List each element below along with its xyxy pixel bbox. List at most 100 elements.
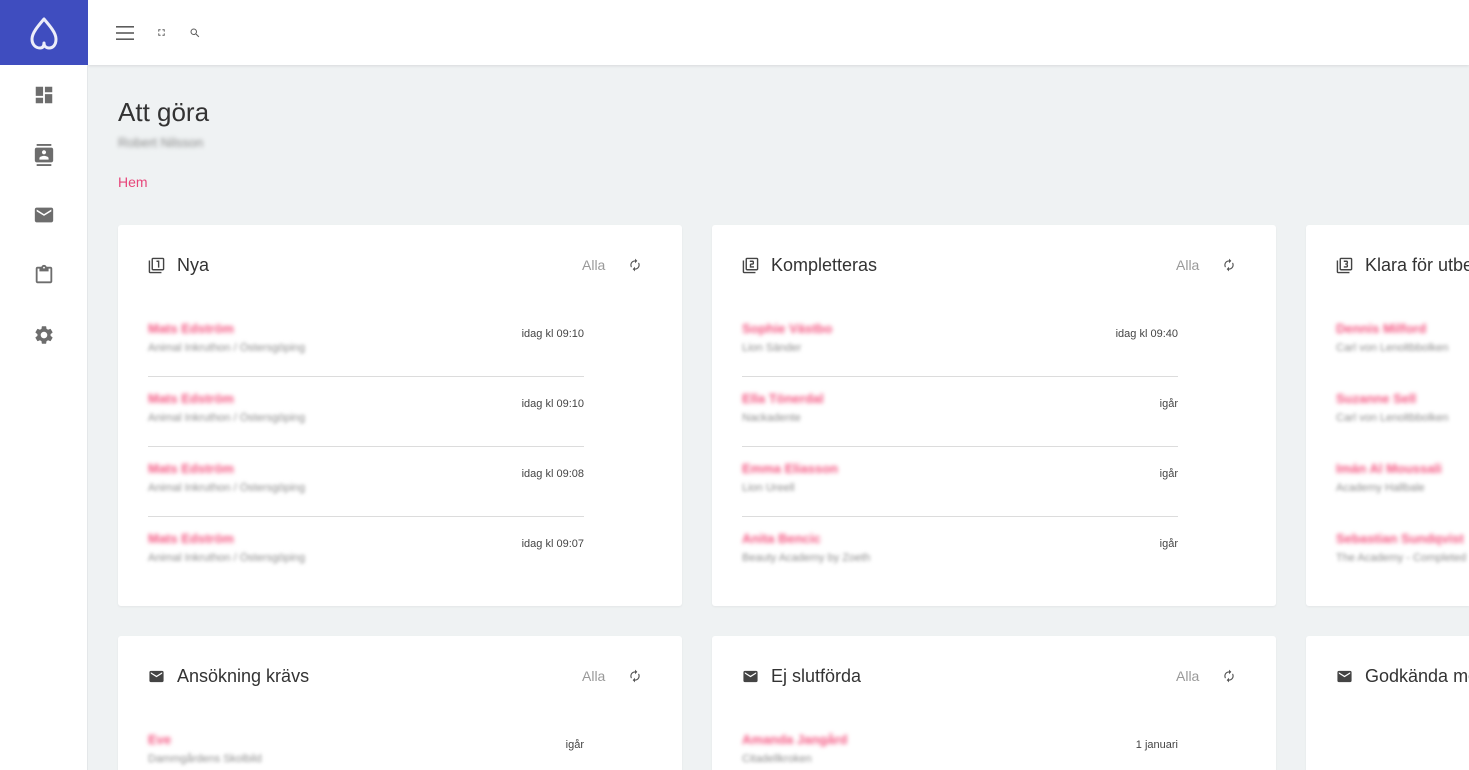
applicant-org: Lion Ureell xyxy=(742,482,795,494)
page-title: Att göra xyxy=(118,97,210,127)
list-item[interactable]: Emma Eliasson Lion Ureell igår xyxy=(742,447,1178,517)
list-item[interactable]: Ella Tönerdal Nackadente igår xyxy=(742,377,1178,447)
applicant-org: Carl von Lenoltbbolken xyxy=(1336,412,1449,424)
applicant-name[interactable]: Mats Edström xyxy=(148,321,234,336)
item-time: idag kl 09:10 xyxy=(521,328,584,340)
item-time: 1 januari xyxy=(1135,739,1178,751)
list-item[interactable]: Sophie Västbo Lion Sänder idag kl 09:40 xyxy=(742,307,1178,377)
applicant-org: Citadellkroken xyxy=(742,753,812,765)
sidebar xyxy=(0,0,88,770)
nav-contacts[interactable] xyxy=(0,125,88,185)
card-ansokning-kravs: Ansökning krävs Alla Eve Dammgårdens Sko… xyxy=(118,636,682,770)
logo-icon xyxy=(30,17,58,49)
card-title: Klara för utbe xyxy=(1365,254,1469,275)
refresh-icon xyxy=(630,258,640,272)
show-all-link[interactable]: Alla xyxy=(1176,668,1199,684)
applicant-name[interactable]: Ella Tönerdal xyxy=(742,391,824,406)
fullscreen-button[interactable] xyxy=(156,27,167,38)
applicant-name[interactable]: Mats Edström xyxy=(148,391,234,406)
filter-3-icon xyxy=(1336,257,1353,274)
card-klara: Klara för utbe Dennis Milford Carl von L… xyxy=(1306,225,1469,606)
applicant-name[interactable]: Sophie Västbo xyxy=(742,321,832,336)
fullscreen-icon xyxy=(158,29,165,36)
search-button[interactable] xyxy=(189,27,201,39)
item-time: igår xyxy=(1159,468,1178,480)
list-item[interactable]: Mats Edström Animal Inkruthon / Östersgö… xyxy=(148,517,584,587)
menu-button[interactable] xyxy=(116,25,134,40)
applicant-name[interactable]: Eve xyxy=(148,732,171,747)
list-item[interactable]: Mats Edström Animal Inkruthon / Östersgö… xyxy=(148,447,584,517)
mail-icon xyxy=(1336,668,1353,685)
applicant-org: Beauty Academy by Zoeth xyxy=(742,552,871,564)
card-nya: Nya Alla Mats Edström Animal Inkruthon /… xyxy=(118,225,682,606)
list-item[interactable]: Mats Edström Animal Inkruthon / Östersgö… xyxy=(148,377,584,447)
applicant-name[interactable]: Suzanne Sell xyxy=(1336,391,1416,406)
applicant-name[interactable]: Amanda Jangård xyxy=(742,732,847,747)
applicant-org: Animal Inkruthon / Östersgöping xyxy=(148,342,306,354)
item-time: igår xyxy=(1159,538,1178,550)
settings-icon xyxy=(34,326,53,344)
menu-icon xyxy=(116,25,134,40)
mail-icon xyxy=(148,668,165,685)
mail-icon xyxy=(34,207,53,223)
card-ej-slutforda: Ej slutförda Alla Amanda Jangård Citadel… xyxy=(712,636,1276,770)
breadcrumb-home[interactable]: Hem xyxy=(118,174,148,190)
applicant-org: Animal Inkruthon / Östersgöping xyxy=(148,482,306,494)
refresh-icon xyxy=(1224,669,1234,683)
applicant-org: Dammgårdens Skolbild xyxy=(148,753,262,765)
applicant-name[interactable]: Mats Edström xyxy=(148,531,234,546)
applicant-name[interactable]: Imán Al Moussali xyxy=(1336,461,1442,476)
list-item[interactable]: Suzanne Sell Carl von Lenoltbbolken xyxy=(1336,377,1469,447)
applicant-org: Academy Hallbale xyxy=(1336,482,1425,494)
nav-dashboard[interactable] xyxy=(0,65,88,125)
card-title: Nya xyxy=(177,254,210,275)
applicant-name[interactable]: Anita Bencic xyxy=(742,531,821,546)
card-title: Godkända me xyxy=(1365,665,1469,686)
list-item[interactable]: Imán Al Moussali Academy Hallbale xyxy=(1336,447,1469,517)
item-time: idag kl 09:10 xyxy=(521,398,584,410)
applicant-org: Animal Inkruthon / Östersgöping xyxy=(148,412,306,424)
applicant-org: Carl von Lenoltbbolken xyxy=(1336,342,1449,354)
card-title: Ansökning krävs xyxy=(177,665,310,686)
item-time: idag kl 09:40 xyxy=(1115,328,1178,340)
applicant-org: The Academy - Completed xyxy=(1336,552,1467,564)
filter-1-icon xyxy=(148,257,165,274)
filter-2-icon xyxy=(742,257,759,274)
refresh-icon xyxy=(630,669,640,683)
refresh-button[interactable] xyxy=(1222,669,1236,683)
nav-settings[interactable] xyxy=(0,305,88,365)
list-item[interactable]: Sebastian Sundqvist The Academy - Comple… xyxy=(1336,517,1469,587)
item-time: igår xyxy=(1159,398,1178,410)
main-content: Att göra Robert Nilsson Hem Nya Alla Mat… xyxy=(88,65,1469,770)
applicant-name[interactable]: Mats Edström xyxy=(148,461,234,476)
applicant-org: Lion Sänder xyxy=(742,342,802,354)
list-item[interactable]: Anita Bencic Beauty Academy by Zoeth igå… xyxy=(742,517,1178,587)
list-item[interactable]: Eve Dammgårdens Skolbild igår xyxy=(148,718,584,770)
item-time: idag kl 09:07 xyxy=(521,538,584,550)
applicant-name[interactable]: Emma Eliasson xyxy=(742,461,838,476)
show-all-link[interactable]: Alla xyxy=(1176,257,1199,273)
item-time: idag kl 09:08 xyxy=(521,468,584,480)
app-logo[interactable] xyxy=(0,0,88,65)
list-item[interactable]: Dennis Milford Carl von Lenoltbbolken xyxy=(1336,307,1469,377)
card-title: Kompletteras xyxy=(771,254,878,275)
dashboard-icon xyxy=(35,86,52,104)
refresh-button[interactable] xyxy=(628,258,642,272)
applicant-name[interactable]: Dennis Milford xyxy=(1336,321,1426,336)
applicant-org: Nackadente xyxy=(742,412,801,424)
clipboard-icon xyxy=(35,264,52,284)
nav-clipboard[interactable] xyxy=(0,245,88,305)
contacts-icon xyxy=(34,144,53,166)
refresh-button[interactable] xyxy=(1222,258,1236,272)
show-all-link[interactable]: Alla xyxy=(582,668,605,684)
list-item[interactable]: Mats Edström Animal Inkruthon / Östersgö… xyxy=(148,307,584,377)
applicant-name[interactable]: Sebastian Sundqvist xyxy=(1336,531,1464,546)
refresh-button[interactable] xyxy=(628,669,642,683)
applicant-org: Animal Inkruthon / Östersgöping xyxy=(148,552,306,564)
refresh-icon xyxy=(1224,258,1234,272)
search-icon xyxy=(190,28,200,37)
nav-mail[interactable] xyxy=(0,185,88,245)
list-item[interactable]: Amanda Jangård Citadellkroken 1 januari xyxy=(742,718,1178,770)
item-time: igår xyxy=(565,739,584,751)
show-all-link[interactable]: Alla xyxy=(582,257,605,273)
